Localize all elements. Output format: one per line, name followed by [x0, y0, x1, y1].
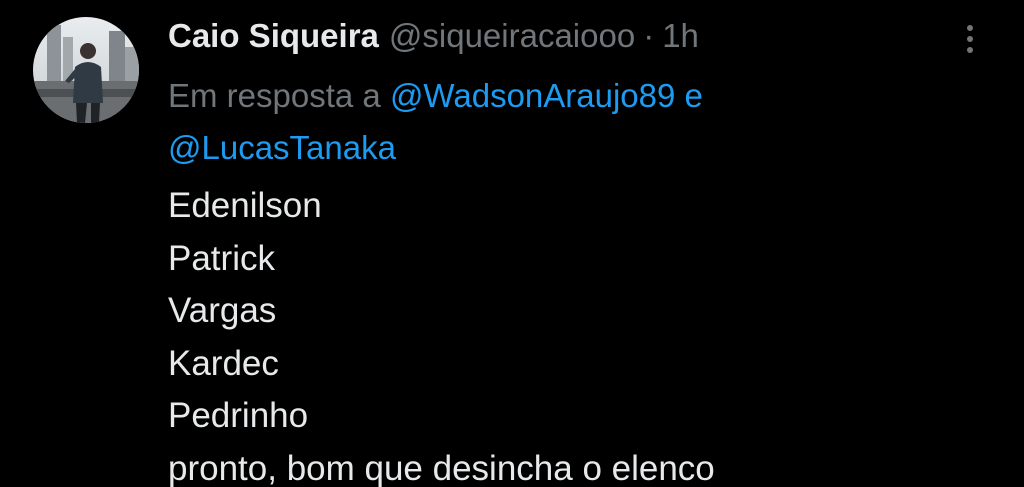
tweet: Caio Siqueira @siqueiracaiooo · 1h Em re…	[0, 0, 1024, 487]
separator-dot: ·	[643, 17, 655, 54]
avatar[interactable]	[33, 17, 139, 123]
reply-context: Em resposta a @WadsonAraujo89 e @LucasTa…	[168, 70, 868, 174]
reply-prefix: Em resposta a	[168, 77, 381, 114]
tweet-text-line: Kardec	[168, 343, 279, 383]
tweet-text-line: Edenilson	[168, 186, 322, 225]
user-handle[interactable]: @siqueiracaiooo	[389, 14, 635, 58]
avatar-photo	[33, 17, 139, 123]
reply-mention[interactable]: @LucasTanaka	[168, 129, 396, 166]
timestamp[interactable]: 1h	[662, 14, 699, 58]
tweet-text-line: Pedrinho	[168, 396, 309, 435]
reply-joiner: e	[684, 77, 703, 114]
display-name[interactable]: Caio Siqueira	[168, 14, 379, 58]
tweet-text-line: Patrick	[168, 238, 275, 278]
tweet-header: Caio Siqueira @siqueiracaiooo · 1h	[168, 14, 699, 58]
tweet-text-line: Vargas	[168, 291, 277, 330]
tweet-text: Edenilson Patrick Vargas Kardec Pedrinho…	[168, 180, 988, 487]
tweet-text-line: pronto, bom que desincha o elenco	[168, 448, 715, 487]
more-vertical-icon[interactable]	[956, 20, 984, 60]
reply-mention[interactable]: @WadsonAraujo89	[390, 77, 675, 114]
